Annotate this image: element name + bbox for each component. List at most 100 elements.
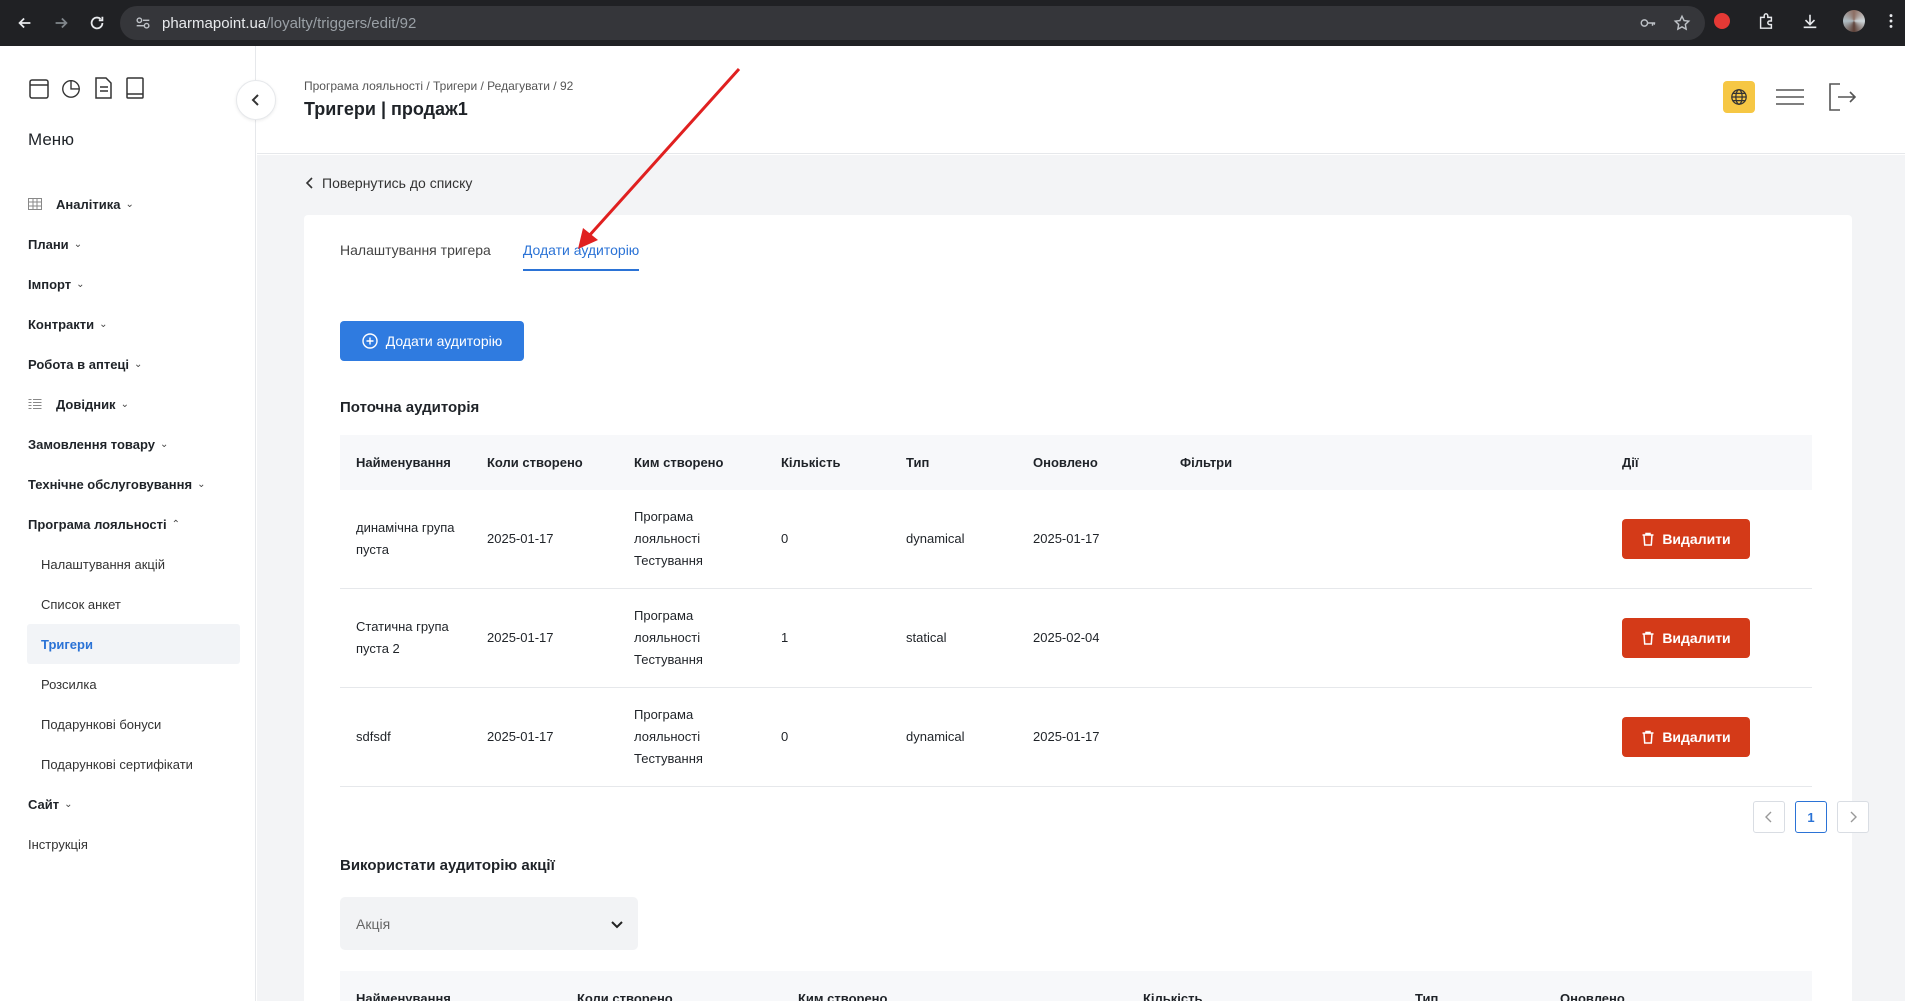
document-icon[interactable] [92,76,114,100]
delete-button[interactable]: Видалити [1622,717,1750,757]
calendar-icon[interactable] [28,76,50,100]
sidebar-item-instructions[interactable]: Інструкція [28,824,240,864]
sidebar-item-orders[interactable]: Замовлення товару ⌄ [28,424,240,464]
breadcrumb: Програма лояльності / Тригери / Редагува… [304,79,574,93]
browser-toolbar: pharmapoint.ua/loyalty/triggers/edit/92 [0,0,1905,46]
chevron-left-icon [251,94,259,106]
sidebar-item-contracts[interactable]: Контракти ⌄ [28,304,240,344]
table-row: динамічна група пуста 2025-01-17 Програм… [340,490,1812,589]
sidebar-subitem-gift-bonuses[interactable]: Подарункові бонуси [27,704,240,744]
profile-avatar[interactable] [1843,10,1865,32]
column-header: Кількість [781,455,841,470]
cell-updated: 2025-02-04 [1033,630,1100,645]
sidebar-item-plans[interactable]: Плани ⌄ [28,224,240,264]
sidebar-item-label: Плани [28,236,69,252]
page-title: Тригери | продаж1 [304,99,468,119]
column-header: Найменування [356,455,451,470]
promo-select[interactable]: Акція [340,897,638,950]
column-header: Тип [906,455,930,470]
tab-trigger-settings[interactable]: Налаштування тригера [340,242,491,271]
content-card: Налаштування тригера Додати аудиторію До… [304,215,1869,1001]
chevron-up-icon: ⌃ [171,518,181,530]
extension-red-icon[interactable] [1711,10,1733,32]
cell-created-by: Програма лояльності Тестування [634,608,703,667]
next-page-button[interactable] [1837,801,1869,833]
url-host: pharmapoint.ua [162,14,267,32]
chevron-left-icon [1765,811,1772,823]
sidebar-subitem-triggers[interactable]: Тригери [27,624,240,664]
cell-name: sdfsdf [356,729,391,744]
back-arrow-icon[interactable] [14,12,36,34]
sidebar-item-analytics[interactable]: Аналітика ⌄ [28,184,240,224]
sidebar-title: Меню [28,130,74,149]
page-number-button[interactable]: 1 [1795,801,1827,833]
column-header: Дії [1622,455,1639,470]
sidebar-subitem-promo-settings[interactable]: Налаштування акцій [27,544,240,584]
chevron-down-icon: ⌄ [73,238,83,250]
site-settings-icon[interactable] [134,14,152,32]
menu-button[interactable] [1773,80,1807,114]
chevron-down-icon [611,920,623,928]
cell-count: 1 [781,630,789,645]
sidebar-item-pharmacy-work[interactable]: Робота в аптеці ⌄ [28,344,240,384]
table-header: Найменування Коли створено Ким створено … [340,435,1812,490]
chevron-down-icon: ⌄ [197,478,206,490]
main-content: Повернутись до списку Налаштування триге… [257,155,1905,1001]
sidebar-item-label: Програма лояльності [28,516,167,532]
chevron-down-icon: ⌄ [64,798,73,810]
chevron-down-icon: ⌄ [120,398,129,410]
delete-label: Видалити [1662,630,1731,646]
cell-created: 2025-01-17 [487,729,554,744]
chevron-down-icon: ⌄ [125,198,134,210]
column-header: Кількість [1143,991,1203,1001]
use-audience-title: Використати аудиторію акції [340,857,555,874]
promo-audience-table-header: Найменування Коли створено Ким створено … [340,971,1812,1001]
sidebar-subitem-mailing[interactable]: Розсилка [27,664,240,704]
more-vert-icon[interactable] [1887,10,1895,32]
table-row: sdfsdf 2025-01-17 Програма лояльності Те… [340,688,1812,787]
sidebar-menu: Аналітика ⌄ Плани ⌄ Імпорт ⌄ Контракти ⌄ Роб… [27,184,240,864]
language-button[interactable] [1723,81,1755,113]
sidebar-item-label: Довідник [56,396,116,412]
sidebar-item-maintenance[interactable]: Технічне обслуговування ⌄ [28,464,240,504]
back-to-list-link[interactable]: Повернутись до списку [304,175,472,191]
logout-button[interactable] [1825,80,1859,114]
reload-icon[interactable] [86,12,108,34]
sidebar-item-label: Імпорт [28,276,72,292]
sidebar-quick-icons [28,76,146,100]
chevron-down-icon: ⌄ [99,318,108,330]
extensions-puzzle-icon[interactable] [1755,10,1777,32]
delete-button[interactable]: Видалити [1622,618,1750,658]
sidebar-subitem-surveys[interactable]: Список анкет [27,584,240,624]
sidebar-subitem-gift-certificates[interactable]: Подарункові сертифікати [27,744,240,784]
forward-arrow-icon[interactable] [50,12,72,34]
sidebar-item-site[interactable]: Сайт ⌄ [28,784,240,824]
sidebar-item-label: Сайт [28,796,60,812]
sidebar-item-directory[interactable]: Довідник ⌄ [28,384,240,424]
sidebar-item-import[interactable]: Імпорт ⌄ [28,264,240,304]
sidebar-collapse-button[interactable] [236,80,276,120]
pie-chart-icon[interactable] [60,76,82,100]
delete-label: Видалити [1662,531,1731,547]
column-header: Оновлено [1033,455,1098,470]
prev-page-button[interactable] [1753,801,1785,833]
delete-button[interactable]: Видалити [1622,519,1750,559]
sidebar-item-loyalty[interactable]: Програма лояльності ⌃ [28,504,240,544]
plus-circle-icon [362,333,378,349]
add-audience-button[interactable]: Додати аудиторію [340,321,524,361]
cell-created-by: Програма лояльності Тестування [634,707,703,766]
sidebar: Меню Аналітика ⌄ Плани ⌄ Імпорт ⌄ Контракти… [0,46,256,1001]
hamburger-icon [1776,89,1804,105]
tab-add-audience[interactable]: Додати аудиторію [522,242,640,271]
book-icon[interactable] [124,76,146,100]
column-header: Коли створено [577,991,673,1001]
download-icon[interactable] [1799,10,1821,32]
cell-type: dynamical [906,531,965,546]
key-icon[interactable] [1639,14,1657,32]
address-bar[interactable]: pharmapoint.ua/loyalty/triggers/edit/92 [120,6,1705,40]
chevron-down-icon: ⌄ [134,358,143,370]
star-icon[interactable] [1673,14,1691,32]
sidebar-item-label: Робота в аптеці [28,356,130,372]
table-row: Статична група пуста 2 2025-01-17 Програ… [340,589,1812,688]
column-header: Тип [1415,991,1439,1001]
